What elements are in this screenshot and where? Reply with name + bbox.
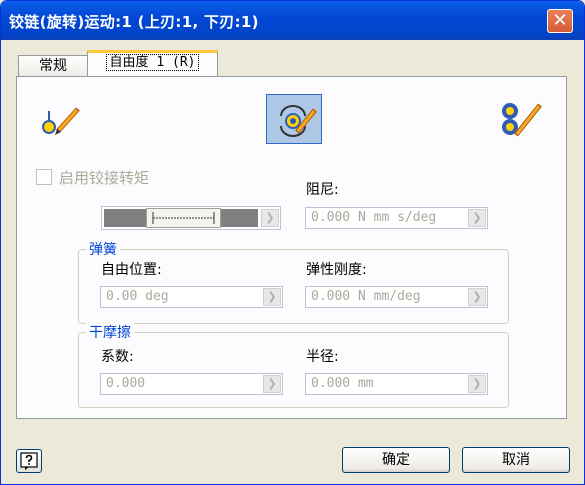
radius-value: 0.000 mm [311,376,374,391]
joint-rotation-pencil-icon [280,105,317,137]
coefficient-arrow-button[interactable]: ❯ [263,375,281,393]
help-button[interactable] [16,449,42,473]
free-position-label: 自由位置: [101,262,162,278]
radius-label: 半径: [306,349,339,365]
stiffness-value: 0.000 N mm/deg [311,289,421,304]
dof-link-button[interactable] [494,94,550,144]
window-title: 铰链(旋转)运动:1 (上刃:1, 下刃:1) [9,13,259,31]
initial-position-pencil-icon [42,107,80,135]
close-button[interactable]: ✕ [547,9,573,33]
torque-slider[interactable]: ❯ [101,206,281,230]
friction-group-title: 干摩擦 [86,322,134,342]
enable-torque-checkbox[interactable] [36,169,52,185]
radius-arrow-button[interactable]: ❯ [468,375,486,393]
tab-general[interactable]: 常规 [18,55,88,77]
stiffness-arrow-button[interactable]: ❯ [468,288,486,306]
friction-group [78,332,509,408]
tab-dof-1-label: 自由度 1 (R) [105,54,200,71]
damping-arrow-button[interactable]: ❯ [468,209,486,227]
tab-dof-1[interactable]: 自由度 1 (R) [87,50,218,77]
title-bar[interactable]: 铰链(旋转)运动:1 (上刃:1, 下刃:1) ✕ [1,1,584,40]
initial-position-button[interactable] [36,94,92,144]
slider-thumb[interactable] [146,208,221,228]
enable-torque-label: 启用铰接转矩 [59,169,150,187]
dialog-window: 铰链(旋转)运动:1 (上刃:1, 下刃:1) ✕ 常规 自由度 1 (R) 启… [0,0,585,485]
cancel-button[interactable]: 取消 [462,447,570,473]
help-icon [20,452,38,470]
joint-rotation-button[interactable] [266,94,322,144]
stiffness-field[interactable]: 0.000 N mm/deg ❯ [305,286,488,308]
damping-field[interactable]: 0.000 N mm s/deg ❯ [305,207,488,229]
coefficient-label: 系数: [101,349,134,365]
tab-general-label: 常规 [39,58,67,74]
dof-link-pencil-icon [502,103,542,137]
ok-button[interactable]: 确定 [342,447,450,473]
coefficient-value: 0.000 [106,376,146,391]
free-position-arrow-button[interactable]: ❯ [263,288,281,306]
radius-field[interactable]: 0.000 mm ❯ [305,373,488,395]
coefficient-field[interactable]: 0.000 ❯ [100,373,283,395]
spring-group-title: 弹簧 [86,239,120,259]
damping-label: 阻尼: [306,182,339,198]
free-position-field[interactable]: 0.00 deg ❯ [100,286,283,308]
damping-value: 0.000 N mm s/deg [311,210,437,225]
slider-grip-icon [152,212,215,224]
free-position-value: 0.00 deg [106,289,169,304]
stiffness-label: 弹性刚度: [306,262,367,278]
slider-arrow-button[interactable]: ❯ [261,209,279,227]
